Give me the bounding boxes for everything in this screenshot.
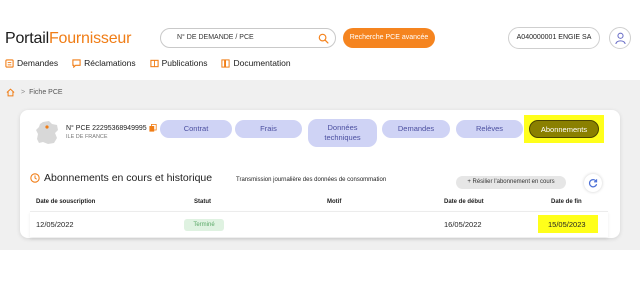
nav-item-demandes[interactable]: Demandes	[5, 58, 58, 68]
column-header-date-souscription: Date de souscription	[36, 199, 96, 205]
column-header-motif: Motif	[327, 199, 342, 205]
copy-icon[interactable]	[149, 124, 157, 132]
documentation-icon	[221, 58, 231, 68]
nav-item-documentation[interactable]: Documentation	[221, 58, 291, 68]
section-title: Abonnements en cours et historique	[30, 172, 212, 184]
home-icon[interactable]	[6, 88, 15, 97]
france-map-icon	[36, 121, 58, 144]
tab-contrat[interactable]: Contrat	[160, 120, 232, 138]
search-input[interactable]: N° DE DEMANDE / PCE	[160, 28, 336, 48]
account-selector[interactable]: A040000001 ENGIE SA	[508, 27, 600, 49]
nav-item-publications[interactable]: Publications	[149, 58, 208, 68]
cell-date-fin: 15/05/2023	[548, 220, 586, 229]
pce-number-text: N° PCE 22295368949995	[66, 124, 147, 132]
status-badge: Terminé	[184, 219, 224, 231]
pce-number: N° PCE 22295368949995	[66, 124, 157, 132]
resilier-abonnement-button[interactable]: + Résilier l'abonnement en cours	[456, 176, 566, 189]
nav-item-reclamations[interactable]: Réclamations	[72, 58, 136, 68]
tab-label-line1: Données	[327, 123, 358, 132]
nav-label: Demandes	[17, 58, 59, 68]
tab-releves[interactable]: Relèves	[456, 120, 523, 138]
logo-part-2: Fournisseur	[48, 30, 132, 47]
reclamations-icon	[72, 58, 81, 68]
advanced-search-button[interactable]: Recherche PCE avancée	[343, 28, 435, 48]
tab-frais[interactable]: Frais	[235, 120, 302, 138]
breadcrumb-separator: >	[21, 89, 26, 96]
nav-label: Réclamations	[84, 58, 136, 68]
refresh-icon	[588, 179, 598, 188]
breadcrumb: > Fiche PCE	[6, 88, 63, 97]
logo-part-1: Portail	[5, 30, 49, 47]
column-header-date-fin: Date de fin	[551, 199, 582, 205]
breadcrumb-current: Fiche PCE	[29, 89, 63, 96]
clock-icon	[30, 173, 40, 183]
tab-label-line2: techniques	[324, 133, 361, 142]
nav-label: Publications	[161, 58, 208, 68]
tab-abonnements[interactable]: Abonnements	[529, 120, 599, 138]
avatar[interactable]	[609, 27, 631, 49]
section-title-text: Abonnements en cours et historique	[44, 172, 213, 184]
table-row[interactable]	[30, 211, 608, 237]
demandes-icon	[5, 58, 14, 68]
header: PortailFournisseur N° DE DEMANDE / PCE R…	[0, 0, 640, 80]
tab-demandes[interactable]: Demandes	[382, 120, 450, 138]
column-header-statut: Statut	[194, 199, 211, 205]
search-placeholder: N° DE DEMANDE / PCE	[177, 34, 254, 41]
pce-region: ILE DE FRANCE	[66, 134, 108, 140]
cell-date-souscription: 12/05/2022	[36, 220, 74, 229]
section-subtitle: Transmission journalière des données de …	[236, 177, 387, 183]
user-icon	[615, 32, 626, 45]
search-icon[interactable]	[318, 33, 329, 44]
column-header-date-debut: Date de début	[444, 199, 484, 205]
main-nav: Demandes Réclamations Publications Docum…	[5, 57, 305, 69]
publications-icon	[149, 59, 159, 67]
tab-donnees-techniques[interactable]: Données techniques	[308, 119, 377, 147]
nav-label: Documentation	[233, 58, 291, 68]
portail-fournisseur-logo[interactable]: PortailFournisseur	[5, 30, 131, 48]
cell-date-debut: 16/05/2022	[444, 220, 482, 229]
refresh-button[interactable]	[584, 174, 602, 192]
